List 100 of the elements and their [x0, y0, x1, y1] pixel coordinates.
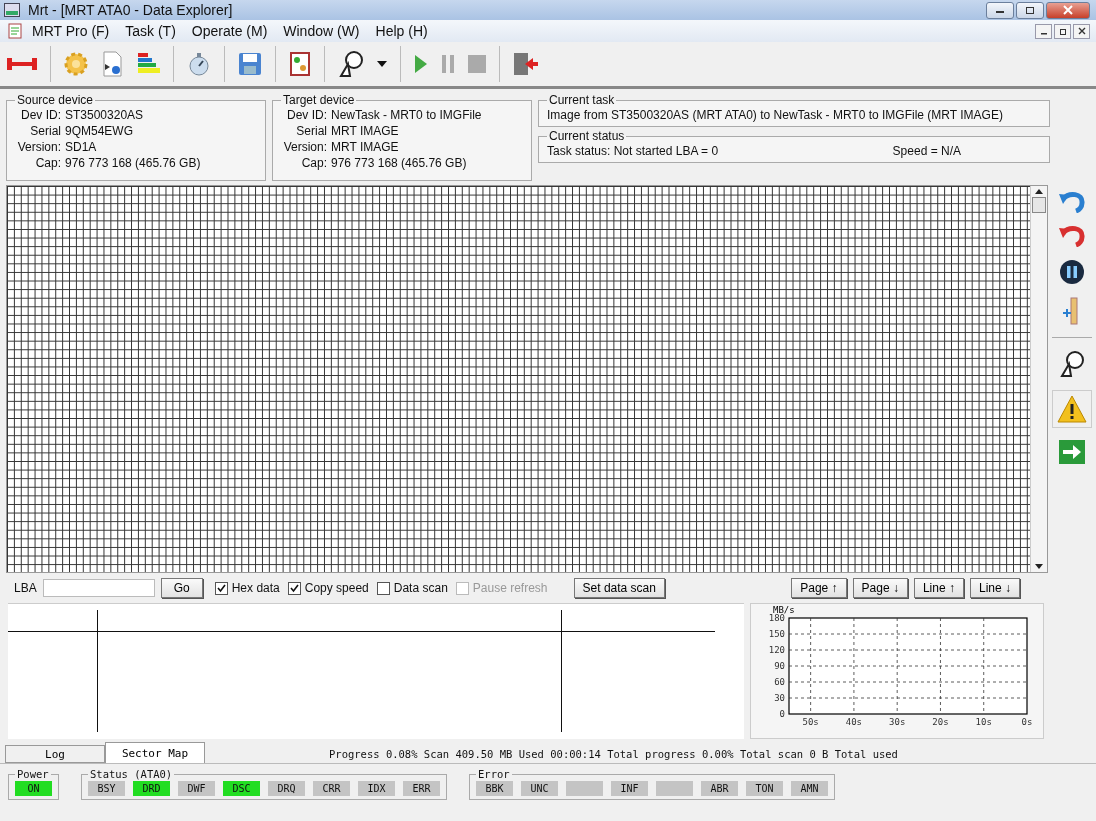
- y-tick-label: 60: [774, 677, 785, 687]
- x-tick-label: 40s: [845, 717, 863, 727]
- app-icon: [4, 3, 20, 17]
- restore-icon: [1058, 27, 1067, 35]
- group-title: Status (ATA0): [89, 768, 174, 780]
- field-value: 976 773 168 (465.76 GB): [65, 155, 201, 171]
- lba-label: LBA: [14, 581, 37, 595]
- probe-icon[interactable]: [1059, 350, 1085, 378]
- probe-icon[interactable]: [338, 50, 364, 78]
- status-indicator: INF: [611, 781, 648, 796]
- field-label: Dev ID:: [20, 107, 61, 123]
- dropdown-arrow-icon[interactable]: [377, 61, 387, 67]
- redo-arrow-icon[interactable]: [1059, 225, 1085, 247]
- menu-item[interactable]: Task (T): [119, 23, 182, 39]
- minimize-button[interactable]: [986, 1, 1014, 19]
- field-label: Version:: [282, 139, 327, 155]
- x-tick-label: 0s: [1021, 717, 1033, 727]
- group-title: Target device: [282, 93, 356, 107]
- group-title: Current task: [548, 93, 616, 107]
- field-label: Version:: [16, 139, 61, 155]
- status-indicator: ERR: [403, 781, 440, 796]
- checkbox-label: Copy speed: [304, 581, 369, 595]
- undo-arrow-icon[interactable]: [1059, 191, 1085, 213]
- document-info-icon[interactable]: [101, 51, 123, 77]
- scroll-thumb[interactable]: [1032, 197, 1046, 213]
- status-indicator: AMN: [791, 781, 828, 796]
- group-title: Current status: [548, 129, 626, 143]
- scroll-up-icon[interactable]: [1035, 188, 1043, 194]
- play-icon[interactable]: [414, 54, 428, 74]
- status-indicator: ABR: [701, 781, 738, 796]
- field-label: Serial: [295, 123, 327, 139]
- navigation-button[interactable]: Line ↑: [913, 578, 964, 598]
- field-value: NewTask - MRT0 to IMGFile: [331, 107, 482, 123]
- restore-button[interactable]: [1054, 23, 1071, 39]
- status-indicator: BSY: [88, 781, 125, 796]
- close-icon: [1063, 5, 1073, 15]
- group-title: Power: [16, 768, 50, 780]
- field-label: Cap:: [300, 155, 327, 171]
- field-value: 976 773 168 (465.76 GB): [331, 155, 467, 171]
- menu-item[interactable]: Window (W): [277, 23, 366, 39]
- field-value: ST3500320AS: [65, 107, 144, 123]
- document-icon[interactable]: [289, 51, 311, 77]
- status-indicator: ON: [15, 781, 52, 796]
- field-value: SD1A: [65, 139, 97, 155]
- y-tick-label: 150: [768, 629, 785, 639]
- status-indicator: DWF: [178, 781, 215, 796]
- minimize-button[interactable]: [1035, 23, 1052, 39]
- navigation-button[interactable]: Page ↓: [852, 578, 908, 598]
- close-button[interactable]: [1073, 23, 1090, 39]
- navigation-button[interactable]: Page ↑: [791, 578, 847, 598]
- checkbox-label: Pause refresh: [472, 581, 548, 595]
- maximize-button[interactable]: [1016, 1, 1044, 19]
- field-label: Cap:: [34, 155, 61, 171]
- checkbox[interactable]: [376, 581, 390, 595]
- go-button[interactable]: Go: [160, 578, 203, 598]
- task-status: Task status: Not started LBA = 0: [547, 144, 719, 158]
- menu-item[interactable]: MRT Pro (F): [26, 23, 116, 39]
- pause-circle-icon[interactable]: [1059, 259, 1085, 285]
- connector-icon[interactable]: [7, 57, 37, 71]
- set-data-scan-button[interactable]: Set data scan: [573, 578, 665, 598]
- x-tick-label: 50s: [802, 717, 819, 727]
- scroll-down-icon[interactable]: [1035, 564, 1043, 570]
- tab[interactable]: Log: [5, 745, 105, 763]
- checkbox[interactable]: [287, 581, 301, 595]
- lba-input-field[interactable]: [42, 579, 155, 597]
- field-value: MRT IMAGE: [331, 139, 399, 155]
- field-label: Dev ID:: [286, 107, 327, 123]
- y-tick-label: 30: [774, 693, 785, 703]
- status-indicator: TON: [746, 781, 783, 796]
- tab[interactable]: Sector Map: [105, 742, 205, 763]
- y-tick-label: 0: [779, 709, 785, 719]
- scrollbar[interactable]: [1030, 186, 1047, 572]
- document-icon: [8, 23, 22, 39]
- field-label: Serial: [29, 123, 61, 139]
- x-tick-label: 30s: [889, 717, 906, 727]
- exit-icon[interactable]: [513, 52, 539, 76]
- status-indicator: DRD: [133, 781, 170, 796]
- warning-icon[interactable]: [1052, 390, 1092, 428]
- speed-value: Speed = N/A: [892, 144, 961, 158]
- x-tick-label: 20s: [932, 717, 949, 727]
- status-indicator: DSC: [223, 781, 260, 796]
- color-bars-icon[interactable]: [136, 52, 160, 76]
- y-tick-label: 180: [768, 613, 785, 623]
- menu-item[interactable]: Operate (M): [185, 23, 274, 39]
- status-indicator: DRQ: [268, 781, 305, 796]
- field-value: 9QM54EWG: [65, 123, 133, 139]
- checkbox-label: Hex data: [231, 581, 280, 595]
- checkbox[interactable]: [214, 581, 228, 595]
- close-icon: [1077, 27, 1086, 35]
- status-indicator: UNC: [521, 781, 558, 796]
- stopwatch-icon[interactable]: [187, 51, 211, 77]
- status-indicator: BBK: [476, 781, 513, 796]
- window-title: Mrt - [MRT ATA0 - Data Explorer]: [28, 2, 233, 18]
- status-indicator: CRR: [313, 781, 350, 796]
- task-description: Image from ST3500320AS (MRT ATA0) to NewTask - MRT0 to IMGFile (MRT IMAGE): [547, 108, 1003, 122]
- group-title: Error: [477, 768, 511, 780]
- navigation-button[interactable]: Line ↓: [969, 578, 1020, 598]
- status-indicator: IDX: [358, 781, 395, 796]
- checkbox-label: Data scan: [393, 581, 448, 595]
- menu-item[interactable]: Help (H): [369, 23, 434, 39]
